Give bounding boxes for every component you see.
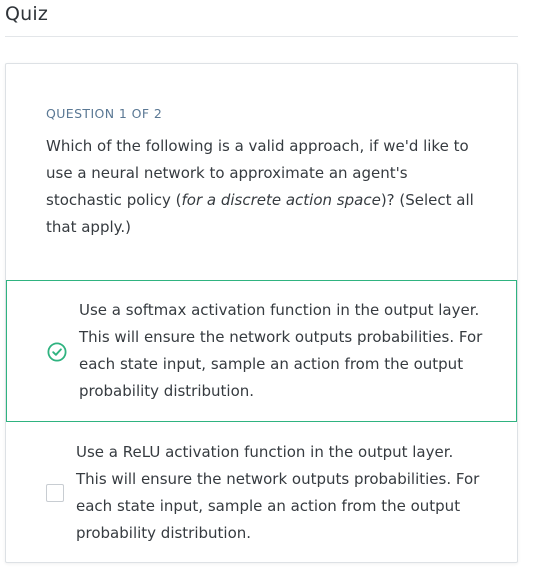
- title-divider: [5, 36, 518, 37]
- question-counter: QUESTION 1 OF 2: [46, 106, 163, 121]
- page-title: Quiz: [5, 3, 49, 25]
- answer-option-text: Use a ReLU activation function in the ou…: [76, 443, 480, 542]
- answer-option-text: Use a softmax activation function in the…: [79, 301, 483, 400]
- answer-option-softmax[interactable]: Use a softmax activation function in the…: [6, 280, 517, 422]
- question-text: Which of the following is a valid approa…: [46, 133, 486, 241]
- question-card: QUESTION 1 OF 2 Which of the following i…: [5, 63, 518, 563]
- check-circle-icon[interactable]: [47, 342, 67, 362]
- quiz-page: Quiz QUESTION 1 OF 2 Which of the follow…: [0, 0, 533, 570]
- question-text-italic: for a discrete action space: [181, 191, 381, 209]
- answer-option-relu[interactable]: Use a ReLU activation function in the ou…: [6, 422, 517, 562]
- checkbox-empty-icon[interactable]: [46, 484, 64, 502]
